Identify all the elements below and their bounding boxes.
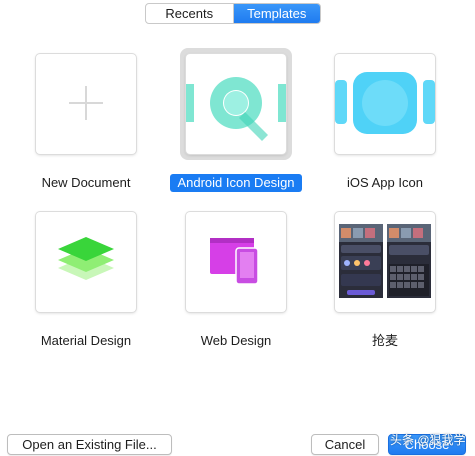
plus-icon xyxy=(69,86,103,120)
template-thumbnail[interactable] xyxy=(335,54,435,154)
open-existing-file-button[interactable]: Open an Existing File... xyxy=(7,434,172,455)
template-thumbnail[interactable] xyxy=(335,212,435,312)
material-layers-icon xyxy=(58,237,114,280)
template-label: New Document xyxy=(41,175,131,190)
tab-recents[interactable]: Recents xyxy=(146,4,233,23)
template-thumbnail[interactable] xyxy=(186,54,286,154)
template-thumbnail[interactable] xyxy=(36,54,136,154)
template-chooser-dialog: Recents Templates New Document Android I xyxy=(0,0,475,456)
template-label: Android Icon Design xyxy=(170,174,302,192)
cancel-button[interactable]: Cancel xyxy=(311,434,379,455)
ios-icon-template-icon xyxy=(335,72,435,134)
android-icon-template-icon xyxy=(186,77,286,141)
app-screens-thumbnail xyxy=(339,224,431,298)
template-label: Web Design xyxy=(200,333,272,348)
template-thumbnail[interactable] xyxy=(186,212,286,312)
template-label: Material Design xyxy=(40,333,132,348)
template-label: 抢麦 xyxy=(371,333,398,348)
template-thumbnail[interactable] xyxy=(36,212,136,312)
watermark-text: 头条 @狠我学 xyxy=(390,433,466,447)
web-design-icon xyxy=(210,238,259,285)
tab-templates[interactable]: Templates xyxy=(232,4,320,23)
template-label: iOS App Icon xyxy=(347,175,423,190)
view-segmented-control: Recents Templates xyxy=(145,3,321,24)
